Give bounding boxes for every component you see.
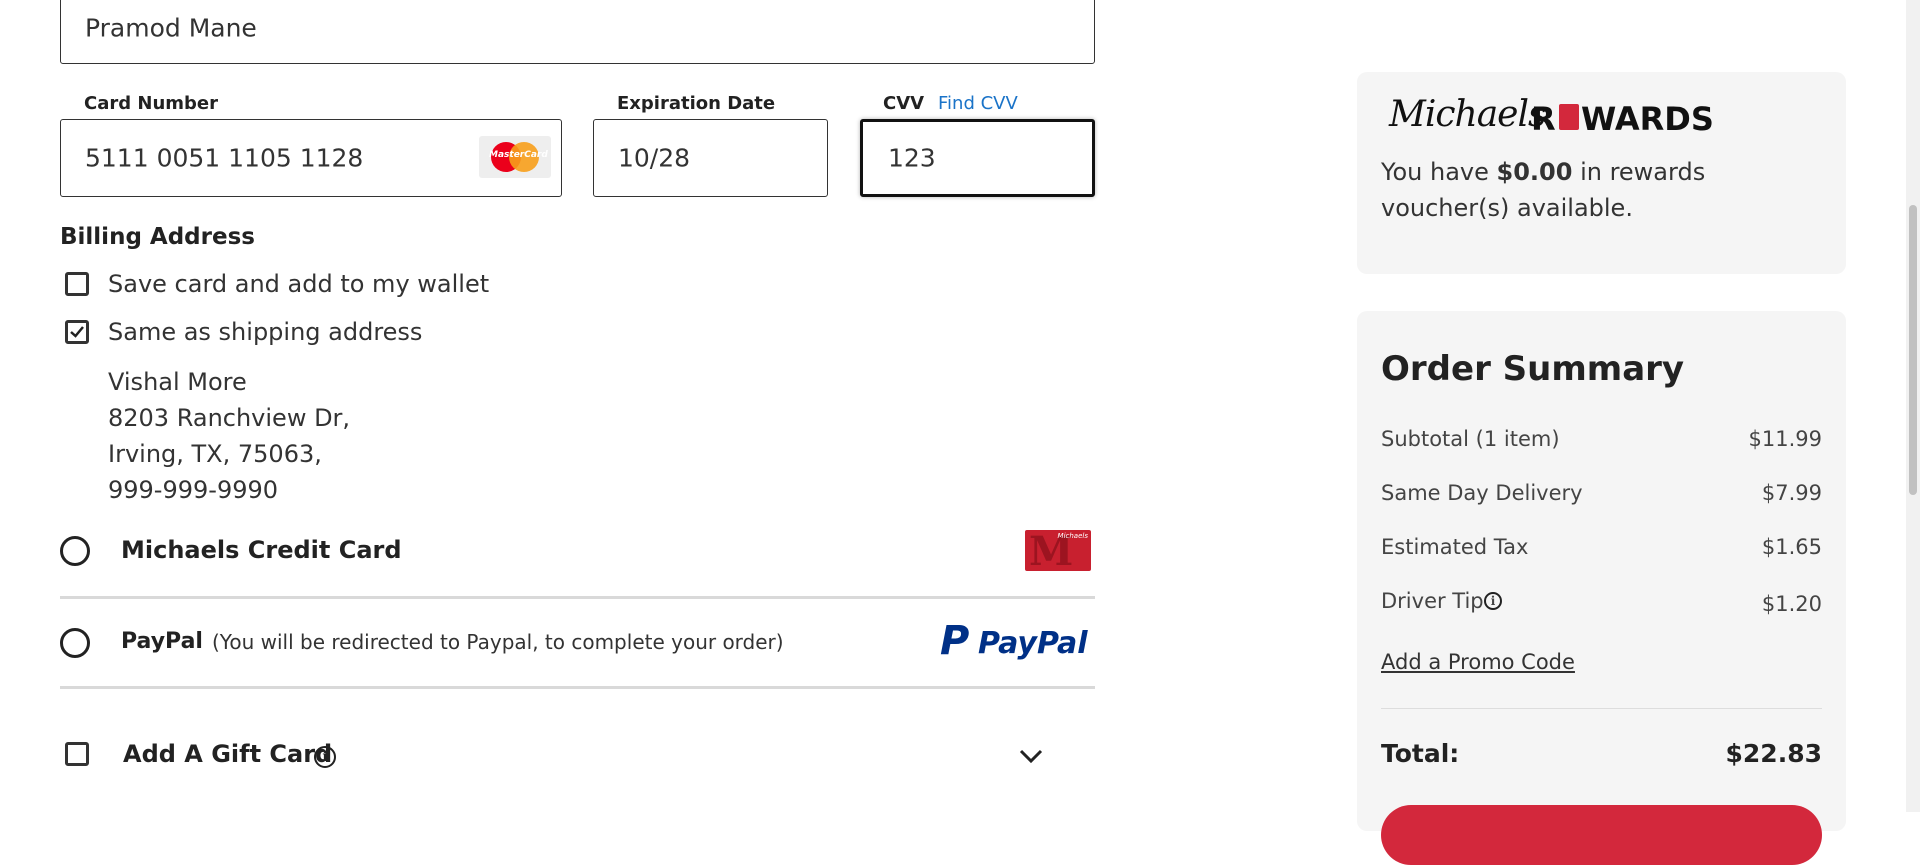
summary-value: $1.20 <box>1761 592 1822 616</box>
mastercard-text: MasterCard <box>489 150 548 160</box>
order-summary-title: Order Summary <box>1381 349 1685 389</box>
summary-row-driver-tip: Driver Tip i $1.20 <box>1381 589 1822 619</box>
cvv-value: 123 <box>888 143 936 173</box>
billing-address-heading: Billing Address <box>60 224 255 250</box>
scrollbar-thumb[interactable] <box>1909 205 1917 495</box>
michaels-credit-label[interactable]: Michaels Credit Card <box>121 536 402 564</box>
address-name: Vishal More <box>108 368 247 396</box>
cvv-label: CVV <box>883 93 925 114</box>
summary-row-delivery: Same Day Delivery $7.99 <box>1381 481 1822 511</box>
cvv-input[interactable]: 123 <box>860 119 1095 197</box>
address-phone: 999-999-9990 <box>108 476 279 504</box>
card-number-input[interactable]: 5111 0051 1105 1128 MasterCard <box>60 119 562 197</box>
name-on-card-field[interactable]: Pramod Mane <box>60 0 1095 64</box>
add-promo-code-link[interactable]: Add a Promo Code <box>1381 650 1575 674</box>
paypal-logo-text: PayPal <box>978 626 1088 661</box>
rewards-amount: $0.00 <box>1496 158 1573 186</box>
summary-label: Subtotal (1 item) <box>1381 427 1560 451</box>
paypal-p-icon: P <box>940 618 970 664</box>
card-number-value: 5111 0051 1105 1128 <box>85 143 364 173</box>
total-value: $22.83 <box>1725 739 1822 768</box>
place-order-button[interactable] <box>1381 805 1822 865</box>
summary-label: Same Day Delivery <box>1381 481 1583 505</box>
paypal-note: (You will be redirected to Paypal, to co… <box>212 630 784 654</box>
checkmark-icon <box>70 326 84 338</box>
order-summary-panel: Order Summary Subtotal (1 item) $11.99 S… <box>1357 311 1846 865</box>
paypal-radio[interactable] <box>60 628 90 658</box>
expiration-input[interactable]: 10/28 <box>593 119 828 197</box>
chevron-down-icon[interactable] <box>1019 748 1043 764</box>
expiration-value: 10/28 <box>618 143 691 173</box>
card-number-label: Card Number <box>84 93 218 114</box>
michaels-credit-card-image: M Michaels <box>1025 530 1091 571</box>
save-card-checkbox[interactable] <box>65 272 89 296</box>
shipping-address-block: Vishal More 8203 Ranchview Dr, Irving, T… <box>108 364 350 508</box>
summary-value: $11.99 <box>1748 427 1822 451</box>
save-card-label[interactable]: Save card and add to my wallet <box>108 270 489 298</box>
michaels-rewards-logo: Michaels R WARDS <box>1389 94 1729 138</box>
same-as-shipping-label[interactable]: Same as shipping address <box>108 318 422 346</box>
summary-rows: Subtotal (1 item) $11.99 Same Day Delive… <box>1381 427 1822 647</box>
summary-divider <box>1381 708 1822 709</box>
summary-label: Driver Tip <box>1381 589 1484 613</box>
scrollbar-track[interactable] <box>1906 0 1920 812</box>
rewards-logo-rest: WARDS <box>1581 100 1714 138</box>
same-as-shipping-checkbox[interactable] <box>65 320 89 344</box>
address-street: 8203 Ranchview Dr, <box>108 404 351 432</box>
summary-value: $7.99 <box>1761 481 1822 505</box>
address-city: Irving, TX, 75063, <box>108 440 322 468</box>
divider-1 <box>60 596 1095 599</box>
rewards-gift-icon <box>1559 104 1579 130</box>
total-label: Total: <box>1381 739 1460 768</box>
summary-value: $1.65 <box>1761 535 1822 559</box>
driver-tip-info-icon[interactable]: i <box>1484 592 1502 610</box>
divider-2 <box>60 686 1095 689</box>
gift-card-checkbox[interactable] <box>65 742 89 766</box>
find-cvv-link[interactable]: Find CVV <box>938 93 1018 114</box>
rewards-text-prefix: You have <box>1381 158 1497 186</box>
summary-label: Estimated Tax <box>1381 535 1529 559</box>
gift-card-label[interactable]: Add A Gift Card <box>123 740 332 768</box>
summary-row-subtotal: Subtotal (1 item) $11.99 <box>1381 427 1822 457</box>
michaels-credit-radio[interactable] <box>60 536 90 566</box>
michaels-card-text: Michaels <box>1057 532 1088 540</box>
mastercard-icon: MasterCard <box>479 136 551 178</box>
rewards-logo-r: R <box>1531 100 1556 138</box>
paypal-label[interactable]: PayPal <box>121 629 203 654</box>
rewards-panel: Michaels R WARDS You have $0.00 in rewar… <box>1357 72 1846 274</box>
rewards-text: You have $0.00 in rewards voucher(s) ava… <box>1381 154 1831 226</box>
michaels-script-logo: Michaels <box>1389 94 1546 135</box>
gift-card-info-icon[interactable]: i <box>314 746 336 768</box>
expiration-label: Expiration Date <box>617 93 776 114</box>
paypal-logo: P PayPal <box>940 618 1092 664</box>
summary-row-tax: Estimated Tax $1.65 <box>1381 535 1822 565</box>
name-on-card-value: Pramod Mane <box>85 13 257 43</box>
